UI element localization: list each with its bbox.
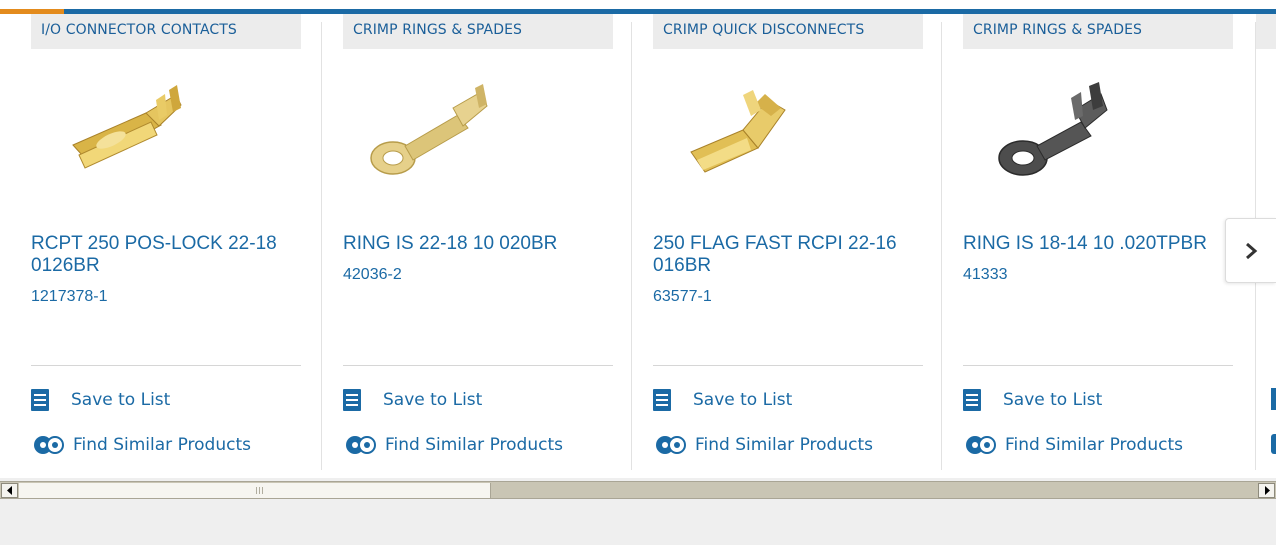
- grip-icon: [256, 487, 264, 494]
- checklist-icon: [653, 389, 671, 411]
- product-title-line[interactable]: RING IS 22-18 10 020BR: [343, 233, 623, 255]
- scrollbar-thumb[interactable]: [19, 483, 491, 498]
- scroll-right-button[interactable]: [1258, 483, 1275, 498]
- divider: [343, 365, 613, 366]
- product-title-line[interactable]: 250 FLAG FAST RCPI 22-16: [653, 233, 933, 255]
- arrow-left-icon: [6, 486, 12, 495]
- save-label: Save to List: [383, 390, 483, 410]
- product-image[interactable]: [363, 80, 503, 200]
- save-label: Save to List: [693, 390, 793, 410]
- product-title-line[interactable]: 016BR: [653, 255, 933, 277]
- product-image[interactable]: [983, 80, 1123, 200]
- save-label: Save to List: [71, 390, 171, 410]
- find-similar-button[interactable]: Find Similar Products: [31, 433, 251, 457]
- product-category-partial[interactable]: [1256, 14, 1276, 49]
- find-similar-button[interactable]: Find Similar Products: [653, 433, 873, 457]
- find-similar-label: Find Similar Products: [385, 435, 563, 455]
- divider: [963, 365, 1233, 366]
- product-card: CRIMP RINGS & SPADES RING IS 22-18 10 02…: [343, 14, 653, 470]
- find-similar-button[interactable]: Find Similar Products: [343, 433, 563, 457]
- gears-icon: [34, 436, 64, 454]
- checklist-icon: [31, 389, 49, 411]
- gears-icon: [656, 436, 686, 454]
- find-similar-label: Find Similar Products: [695, 435, 873, 455]
- save-label: Save to List: [1003, 390, 1103, 410]
- checklist-icon: [343, 389, 361, 411]
- chevron-right-icon: [1246, 242, 1258, 259]
- page-background: [0, 500, 1276, 545]
- find-similar-label: Find Similar Products: [1005, 435, 1183, 455]
- find-similar-button[interactable]: Find Similar Products: [963, 433, 1183, 457]
- product-category[interactable]: CRIMP RINGS & SPADES: [963, 14, 1233, 49]
- checklist-icon-partial[interactable]: [1271, 388, 1276, 410]
- save-to-list-button[interactable]: Save to List: [31, 388, 170, 412]
- product-title[interactable]: RING IS 18-14 10 .020TPBR: [963, 233, 1243, 255]
- save-to-list-button[interactable]: Save to List: [343, 388, 482, 412]
- scroll-left-button[interactable]: [1, 483, 18, 498]
- gears-icon-partial[interactable]: [1271, 434, 1276, 454]
- product-title-line[interactable]: RING IS 18-14 10 .020TPBR: [963, 233, 1243, 255]
- card-divider: [941, 22, 942, 470]
- product-title[interactable]: 250 FLAG FAST RCPI 22-16 016BR: [653, 233, 933, 277]
- card-divider: [631, 22, 632, 470]
- part-number[interactable]: 41333: [963, 266, 1008, 284]
- arrow-right-icon: [1264, 486, 1270, 495]
- product-category[interactable]: I/O CONNECTOR CONTACTS: [31, 14, 301, 49]
- product-title-line[interactable]: RCPT 250 POS-LOCK 22-18: [31, 233, 311, 255]
- product-card: CRIMP QUICK DISCONNECTS 250 FLAG FAST RC…: [653, 14, 963, 470]
- part-number[interactable]: 1217378-1: [31, 288, 108, 306]
- product-category[interactable]: CRIMP QUICK DISCONNECTS: [653, 14, 923, 49]
- horizontal-scrollbar[interactable]: [0, 481, 1276, 499]
- save-to-list-button[interactable]: Save to List: [653, 388, 792, 412]
- part-number[interactable]: 42036-2: [343, 266, 402, 284]
- product-image[interactable]: [51, 80, 191, 200]
- save-to-list-button[interactable]: Save to List: [963, 388, 1102, 412]
- product-card: I/O CONNECTOR CONTACTS RCPT 250 POS-LOCK…: [31, 14, 341, 470]
- card-divider: [321, 22, 322, 470]
- divider: [653, 365, 923, 366]
- product-carousel: I/O CONNECTOR CONTACTS RCPT 250 POS-LOCK…: [0, 0, 1276, 478]
- product-title[interactable]: RCPT 250 POS-LOCK 22-18 0126BR: [31, 233, 311, 277]
- product-title-line[interactable]: 0126BR: [31, 255, 311, 277]
- divider: [31, 365, 301, 366]
- gears-icon: [346, 436, 376, 454]
- carousel-next-button[interactable]: [1225, 218, 1276, 283]
- product-image[interactable]: [673, 80, 813, 200]
- product-category[interactable]: CRIMP RINGS & SPADES: [343, 14, 613, 49]
- find-similar-label: Find Similar Products: [73, 435, 251, 455]
- gears-icon: [966, 436, 996, 454]
- checklist-icon: [963, 389, 981, 411]
- part-number[interactable]: 63577-1: [653, 288, 712, 306]
- product-title[interactable]: RING IS 22-18 10 020BR: [343, 233, 623, 255]
